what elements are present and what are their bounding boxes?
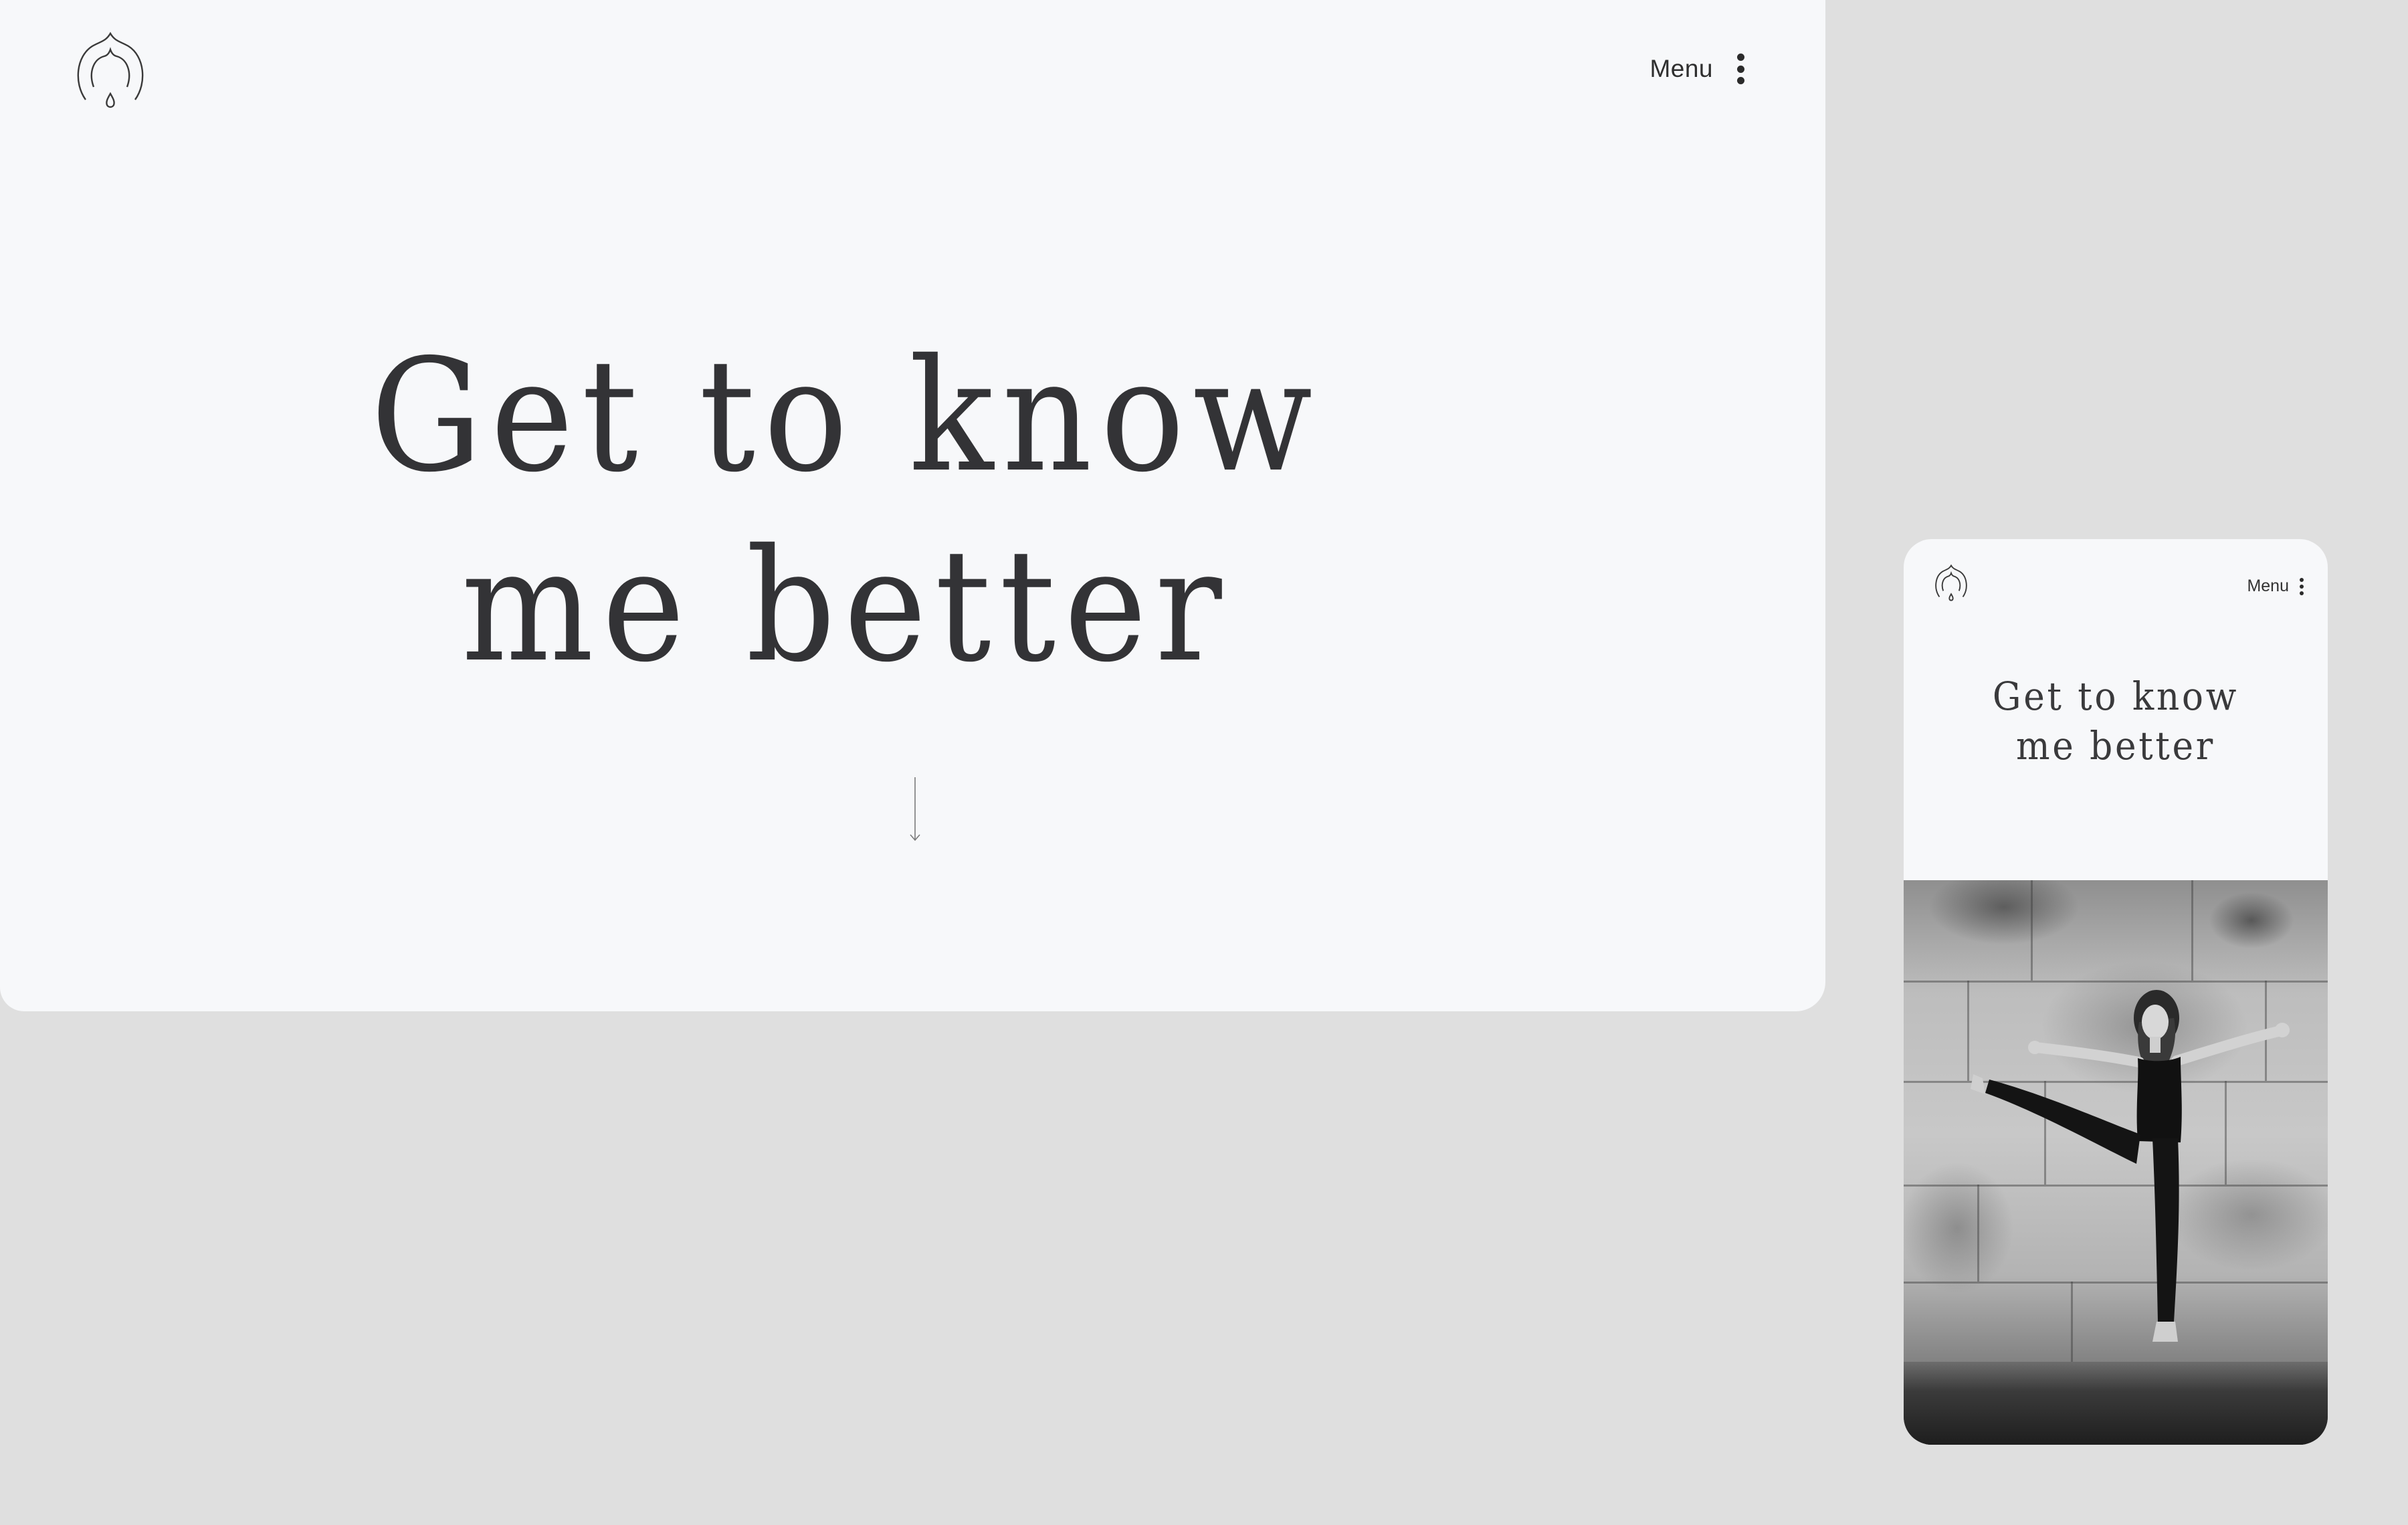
mobile-preview: Menu Get to know me better: [1904, 539, 2328, 1445]
vertical-dots-icon: [2300, 577, 2304, 595]
menu-button[interactable]: Menu: [1649, 54, 1745, 84]
lotus-logo-icon[interactable]: [72, 29, 148, 112]
title-line-2: me better: [461, 516, 1231, 696]
down-arrow-icon[interactable]: [908, 777, 922, 841]
dancer-figure: [1971, 990, 2290, 1342]
menu-label: Menu: [1649, 55, 1713, 82]
desktop-preview: Menu Get to know me better: [0, 0, 1825, 1011]
hero-photo: [1904, 880, 2328, 1445]
menu-button[interactable]: Menu: [2247, 577, 2304, 596]
showcase-canvas: Menu Get to know me better Menu Get to k…: [0, 0, 2408, 1525]
vertical-dots-icon: [1736, 54, 1745, 84]
title-line-1: Get to know: [371, 326, 1321, 506]
page-title: Get to know me better: [0, 321, 1825, 701]
lotus-logo-icon[interactable]: [1933, 563, 1969, 603]
menu-label: Menu: [2247, 577, 2289, 595]
page-title: Get to know me better: [1904, 672, 2328, 771]
title-line-1: Get to know: [1992, 674, 2239, 719]
title-line-2: me better: [2016, 723, 2215, 769]
